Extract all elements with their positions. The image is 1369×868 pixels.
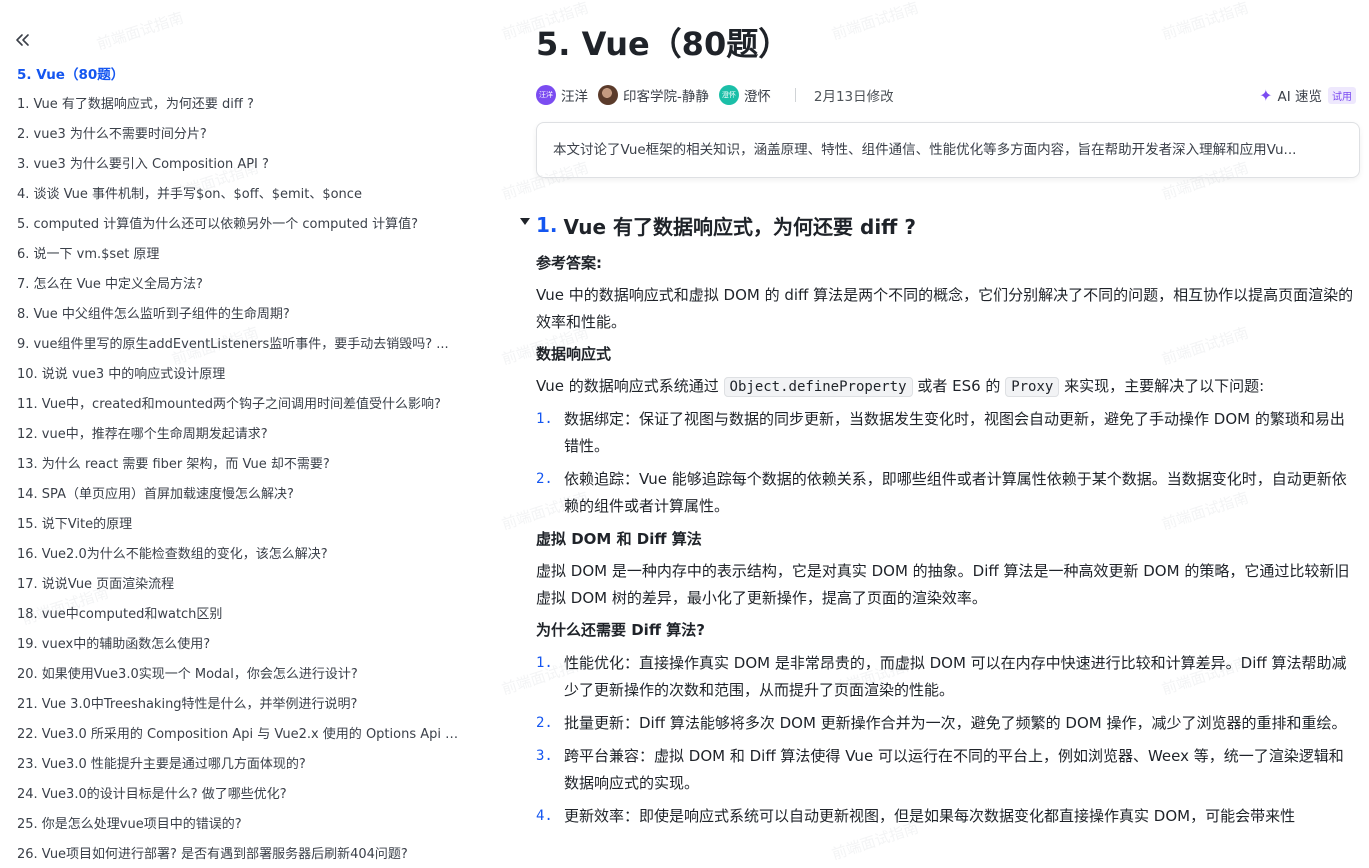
list-number: 2. [536,715,553,731]
author-name: 汪洋 [561,89,588,105]
list-item: 3. 跨平台兼容：虚拟 DOM 和 Diff 算法使得 Vue 可以运行在不同的平… [536,743,1356,797]
toc-item[interactable]: 23. Vue3.0 性能提升主要是通过哪几方面体现的? [0,750,480,780]
toc-item[interactable]: 17. 说说Vue 页面渲染流程 [0,570,480,600]
text: 来实现，主要解决了以下问题: [1064,377,1265,395]
toc-item[interactable]: 9. vue组件里写的原生addEventListeners监听事件，要手动去销… [0,330,480,360]
toc-item[interactable]: 26. Vue项目如何进行部署? 是否有遇到部署服务器后刷新404问题? [0,840,480,868]
toc-item[interactable]: 4. 谈谈 Vue 事件机制，并手写$on、$off、$emit、$once [0,180,480,210]
modified-date: 2月13日修改 [813,89,894,105]
code-inline: Proxy [1005,377,1060,397]
collapse-sidebar-icon[interactable] [13,30,37,54]
list-item: 1. 性能优化：直接操作真实 DOM 是非常昂贵的，而虚拟 DOM 可以在内存中快… [536,650,1356,704]
toc-item[interactable]: 25. 你是怎么处理vue项目中的错误的? [0,810,480,840]
vdom-paragraph: 虚拟 DOM 是一种内存中的表示结构，它是对真实 DOM 的抽象。Diff 算法… [536,562,1350,607]
heading-why-diff: 为什么还需要 Diff 算法? [536,621,705,639]
toc-item[interactable]: 13. 为什么 react 需要 fiber 架构，而 Vue 却不需要? [0,450,480,480]
list-item: 1. 数据绑定：保证了视图与数据的同步更新，当数据发生变化时，视图会自动更新，避免… [536,406,1356,460]
toc-item[interactable]: 11. Vue中，created和mounted两个钩子之间调用时间差值受什么影… [0,390,480,420]
text: Vue 的数据响应式系统通过 [536,377,719,395]
toc-item[interactable]: 14. SPA（单页应用）首屏加载速度慢怎么解决? [0,480,480,510]
toc-item[interactable]: 24. Vue3.0的设计目标是什么? 做了哪些优化? [0,780,480,810]
list-text: 数据绑定：保证了视图与数据的同步更新，当数据发生变化时，视图会自动更新，避免了手… [564,410,1345,455]
toc-item[interactable]: 7. 怎么在 Vue 中定义全局方法? [0,270,480,300]
list-text: 批量更新：Diff 算法能够将多次 DOM 更新操作合并为一次，避免了频繁的 D… [564,714,1347,732]
toc-item[interactable]: 10. 说说 vue3 中的响应式设计原理 [0,360,480,390]
toc-item[interactable]: 1. Vue 有了数据响应式，为何还要 diff ? [0,90,480,120]
author-jingjing[interactable]: 印客学院-静静 [598,85,709,105]
ai-summary-card[interactable]: 本文讨论了Vue框架的相关知识，涵盖原理、特性、组件通信、性能优化等多方面内容，… [536,122,1360,178]
toc-item[interactable]: 20. 如果使用Vue3.0实现一个 Modal，你会怎么进行设计? [0,660,480,690]
toc-item-active[interactable]: 5. Vue（80题） [0,60,480,90]
avatar: 汪洋 [536,85,556,105]
text: 或者 ES6 的 [917,377,1001,395]
author-name: 印客学院-静静 [623,89,709,105]
reactive-paragraph: Vue 的数据响应式系统通过 Object.defineProperty 或者 … [536,373,1356,401]
toc-item[interactable]: 5. computed 计算值为什么还可以依赖另外一个 computed 计算值… [0,210,480,240]
toc-item[interactable]: 18. vue中computed和watch区别 [0,600,480,630]
reactive-list: 1. 数据绑定：保证了视图与数据的同步更新，当数据发生变化时，视图会自动更新，避免… [536,406,1356,520]
toc-item[interactable]: 15. 说下Vite的原理 [0,510,480,540]
code-inline: Object.defineProperty [723,377,913,397]
section-number: 1. [536,213,558,237]
reference-answer-label: 参考答案: [536,254,602,272]
heading-reactive: 数据响应式 [536,345,612,363]
author-wangyang[interactable]: 汪洋 汪洋 [536,85,588,105]
list-number: 2. [536,471,553,487]
toc-item[interactable]: 21. Vue 3.0中Treeshaking特性是什么，并举例进行说明? [0,690,480,720]
list-number: 4. [536,808,553,824]
toc-item[interactable]: 19. vuex中的辅助函数怎么使用? [0,630,480,660]
toc-sidebar: 5. Vue（80题） 1. Vue 有了数据响应式，为何还要 diff ? 2. … [0,0,480,868]
toc-item[interactable]: 2. vue3 为什么不需要时间分片? [0,120,480,150]
section-content: 参考答案: Vue 中的数据响应式和虚拟 DOM 的 diff 算法是两个不同的… [536,250,1356,836]
document-body: 5. Vue（80题） 汪洋 汪洋 印客学院-静静 澄怀 澄怀 2月13日修改 … [520,0,1369,868]
toc-list: 5. Vue（80题） 1. Vue 有了数据响应式，为何还要 diff ? 2. … [0,60,480,868]
list-item: 2. 依赖追踪：Vue 能够追踪每个数据的依赖关系，即哪些组件或者计算属性依赖于某… [536,466,1356,520]
list-text: 更新效率：即使是响应式系统可以自动更新视图，但是如果每次数据变化都直接操作真实 … [564,807,1296,825]
collapse-caret-icon[interactable] [520,218,530,225]
list-number: 1. [536,411,553,427]
list-item: 2. 批量更新：Diff 算法能够将多次 DOM 更新操作合并为一次，避免了频繁的… [536,710,1356,737]
section-heading: 1. Vue 有了数据响应式，为何还要 diff ? [520,210,1369,240]
author-name: 澄怀 [743,89,771,105]
heading-vdom: 虚拟 DOM 和 Diff 算法 [536,530,702,548]
ai-summary-button[interactable]: ✦ AI 速览 试用 [1259,83,1356,107]
toc-item[interactable]: 8. Vue 中父组件怎么监听到子组件的生命周期? [0,300,480,330]
page-title: 5. Vue（80题） [536,25,791,63]
toc-item[interactable]: 16. Vue2.0为什么不能检查数组的变化，该怎么解决? [0,540,480,570]
section-title: Vue 有了数据响应式，为何还要 diff ? [563,214,916,239]
avatar [598,85,618,105]
ai-summary-label: AI 速览 [1277,89,1322,105]
list-item: 4. 更新效率：即使是响应式系统可以自动更新视图，但是如果每次数据变化都直接操作真… [536,803,1356,830]
intro-paragraph: Vue 中的数据响应式和虚拟 DOM 的 diff 算法是两个不同的概念，它们分… [536,286,1354,331]
divider [794,88,796,102]
toc-item[interactable]: 3. vue3 为什么要引入 Composition API ? [0,150,480,180]
list-text: 性能优化：直接操作真实 DOM 是非常昂贵的，而虚拟 DOM 可以在内存中快速进… [564,654,1347,699]
doc-meta: 汪洋 汪洋 印客学院-静静 澄怀 澄怀 2月13日修改 ✦ AI 速览 试用 [536,83,1356,107]
list-number: 1. [536,655,553,671]
toc-item[interactable]: 12. vue中，推荐在哪个生命周期发起请求? [0,420,480,450]
toc-item[interactable]: 6. 说一下 vm.$set 原理 [0,240,480,270]
toc-item[interactable]: 22. Vue3.0 所采用的 Composition Api 与 Vue2.x… [0,720,480,750]
why-list: 1. 性能优化：直接操作真实 DOM 是非常昂贵的，而虚拟 DOM 可以在内存中快… [536,650,1356,830]
trial-badge: 试用 [1328,86,1356,104]
sparkle-icon: ✦ [1259,85,1273,105]
list-number: 3. [536,748,553,764]
list-text: 依赖追踪：Vue 能够追踪每个数据的依赖关系，即哪些组件或者计算属性依赖于某个数… [564,470,1347,515]
list-text: 跨平台兼容：虚拟 DOM 和 Diff 算法使得 Vue 可以运行在不同的平台上… [564,747,1344,792]
avatar: 澄怀 [718,85,739,105]
author-chenghuai[interactable]: 澄怀 澄怀 [718,85,771,105]
